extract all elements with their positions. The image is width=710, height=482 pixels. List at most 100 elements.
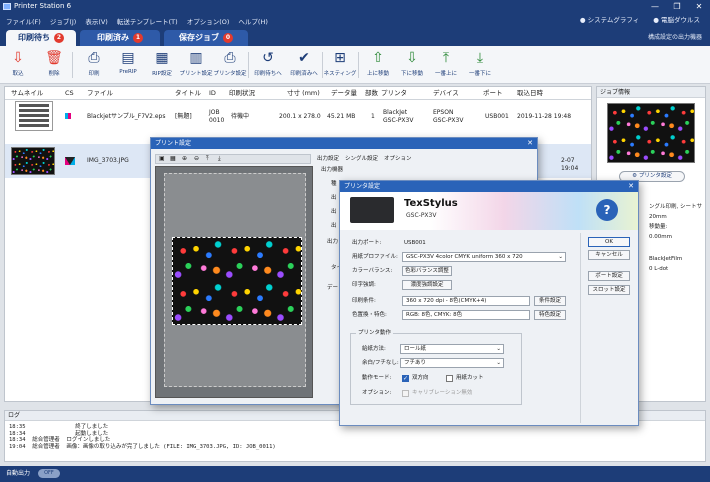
row-label: 出 [331, 209, 337, 215]
column-header[interactable]: CS [65, 87, 74, 99]
column-header[interactable]: データ量 [331, 87, 357, 99]
print-settings-titlebar: プリント設定 ✕ [151, 138, 537, 149]
move-up-button[interactable]: ⇧ 上に移動 [360, 48, 396, 77]
print-button[interactable]: ⎙ 印刷 [76, 48, 112, 77]
grid-icon[interactable]: ▦ [170, 155, 176, 162]
rgb-cs-icon [65, 157, 75, 165]
job-info-title: ジョブ情報 [597, 87, 705, 98]
info-line: 移動量: [649, 224, 668, 230]
menu-file[interactable]: ファイル(F) [6, 16, 41, 26]
special-color-button[interactable]: 特色設定 [534, 310, 566, 320]
job-id: JOB 0010 [209, 109, 225, 124]
menu-option[interactable]: オプション(O) [187, 16, 230, 26]
profile-label: 用紙プロファイル: [352, 254, 398, 260]
move-to-queue-button[interactable]: ↺ 印刷待ちへ [250, 48, 286, 77]
profile-select[interactable]: GSC-PX3V 4color CMYK uniform 360 x 720 ⌄ [402, 252, 566, 262]
feed-select[interactable]: ロール紙 ⌄ [400, 344, 504, 354]
fit-icon[interactable]: ▣ [159, 155, 165, 162]
rip-settings-button[interactable]: ▦ RIP設定 [144, 48, 180, 77]
print-settings-button[interactable]: ▥ プリント設定 [178, 48, 214, 77]
title-bar: Printer Station 6 [0, 0, 710, 13]
port-settings-button[interactable]: ポート設定 [588, 271, 630, 281]
move-top-button[interactable]: ⤒ 一番上に [428, 48, 464, 77]
printer-image [350, 197, 394, 223]
align-top-icon[interactable]: ⤒ [206, 155, 209, 163]
minimize-button[interactable]: — [644, 0, 666, 13]
ok-button[interactable]: OK [588, 237, 630, 247]
condition-settings-button[interactable]: 条件設定 [534, 296, 566, 306]
menu-template[interactable]: 転送テンプレート(T) [117, 16, 178, 26]
move-to-done-icon: ✔ [298, 50, 310, 66]
tab-saved[interactable]: 保存ジョブ 0 [164, 30, 248, 46]
margin-select[interactable]: フチあり ⌄ [400, 358, 504, 368]
import-button[interactable]: ⇩ 取込 [0, 48, 36, 77]
column-header[interactable]: 印刷状況 [229, 87, 255, 99]
link-systemgraphy[interactable]: ● システムグラフィ [580, 13, 639, 28]
column-header[interactable]: タイトル [175, 87, 201, 99]
job-image[interactable] [172, 237, 302, 325]
column-header[interactable]: ID [209, 87, 216, 99]
color-balance-button[interactable]: 色彩バランス調整 [402, 266, 452, 276]
maximize-button[interactable]: ❐ [666, 0, 688, 13]
link-dennou[interactable]: ● 電脳ダウルス [653, 13, 700, 28]
printed-count-badge: 1 [133, 33, 143, 43]
bidirectional-checkbox[interactable]: ✓ [402, 375, 409, 382]
button-divider [580, 233, 581, 423]
column-header[interactable]: デバイス [433, 87, 459, 99]
nesting-button[interactable]: ⊞ ネスティング [322, 48, 358, 77]
row-label: 出 [331, 195, 337, 201]
printer-settings-button[interactable]: ⎙ プリンタ設定 [212, 48, 248, 77]
move-down-button[interactable]: ⇩ 下に移動 [394, 48, 430, 77]
delete-button[interactable]: 🗑 削除 [36, 48, 72, 77]
menu-job[interactable]: ジョブ(J) [50, 16, 77, 26]
column-header[interactable]: サムネイル [11, 87, 43, 99]
column-header[interactable]: 部数 [365, 87, 378, 99]
zoom-in-icon[interactable]: ⊕ [182, 155, 187, 162]
column-header[interactable]: 寸寸 (mm) [287, 87, 320, 99]
feed-label: 給紙方法: [362, 346, 386, 352]
zoom-out-icon[interactable]: ⊖ [194, 155, 199, 162]
slot-settings-button[interactable]: スロット設定 [588, 285, 630, 295]
column-header[interactable]: ファイル [87, 87, 113, 99]
menu-help[interactable]: ヘルプ(H) [238, 16, 267, 26]
close-icon[interactable]: ✕ [527, 138, 533, 149]
tab-strip: 印刷待ち 2 印刷済み 1 保存ジョブ 0 [0, 28, 710, 46]
cut-checkbox[interactable] [446, 375, 453, 382]
auto-output-toggle[interactable]: OFF [37, 469, 60, 478]
tab-single[interactable]: シングル設定 [345, 154, 378, 164]
move-up-icon: ⇧ [372, 50, 384, 66]
window-title: Printer Station 6 [14, 2, 72, 10]
column-header[interactable]: 取込日時 [517, 87, 543, 99]
copies: 1 [371, 113, 375, 120]
tab-output[interactable]: 出力設定 [317, 154, 339, 164]
menu-view[interactable]: 表示(V) [85, 16, 108, 26]
column-header[interactable]: ポート [483, 87, 503, 99]
move-to-done-button[interactable]: ✔ 印刷済みへ [286, 48, 322, 77]
close-icon[interactable]: ✕ [628, 181, 634, 192]
print-status: 待機中 [231, 113, 250, 120]
cancel-button[interactable]: キャンセル [588, 250, 630, 260]
prerip-button[interactable]: ▤ PreRIP [110, 48, 146, 75]
tab-options[interactable]: オプション [384, 154, 412, 164]
group-title: プリンタ動作 [356, 329, 394, 337]
chevron-down-icon: ⌄ [496, 360, 501, 366]
help-icon[interactable]: ? [596, 199, 618, 221]
tab-printed[interactable]: 印刷済み 1 [80, 30, 160, 46]
saved-count-badge: 0 [223, 33, 233, 43]
section-output-device: 出力機器 [321, 167, 344, 173]
tab-queue[interactable]: 印刷待ち 2 [6, 30, 76, 46]
thumbnail [15, 101, 53, 131]
toolbar-divider [358, 52, 359, 78]
column-header[interactable]: プリンタ [381, 87, 407, 99]
move-bottom-button[interactable]: ⤓ 一番下に [462, 48, 498, 77]
info-line: 0.00mm [649, 234, 672, 240]
align-bottom-icon[interactable]: ⤓ [218, 155, 221, 163]
close-button[interactable]: ✕ [688, 0, 710, 13]
job-size: 200.1 x 278.0 [279, 113, 321, 120]
density-button[interactable]: 濃度強調設定 [402, 280, 452, 290]
import-date: 2-07 19:04 [561, 157, 579, 172]
chevron-down-icon: ⌄ [496, 346, 501, 352]
toolbar: ⇩ 取込 🗑 削除 ⎙ 印刷 ▤ PreRIP ▦ RIP設定 ▥ プリント設定 ⎙ プリンタ… [0, 46, 710, 84]
calibration-label: キャリブレーション無効 [412, 390, 473, 396]
margin-label: 余白/フチなし: [362, 360, 399, 366]
